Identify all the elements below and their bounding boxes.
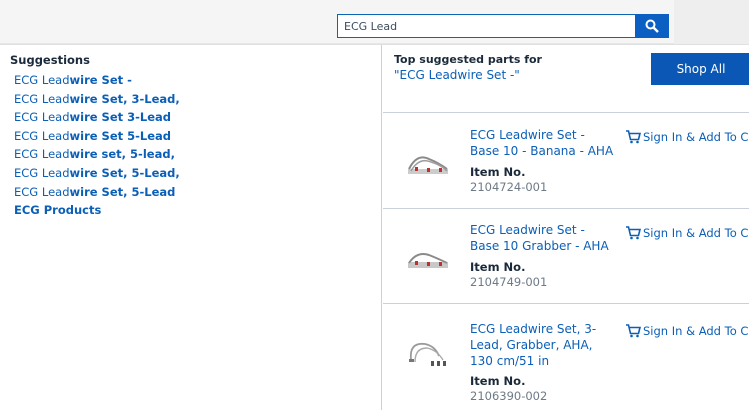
item-no-value: 2104724-001 [470, 180, 548, 194]
top-parts-title: Top suggested parts for [394, 53, 542, 66]
suggestion-item[interactable]: ECG Leadwire Set - [14, 71, 180, 90]
header-bar [0, 0, 749, 44]
header-side-panel [674, 0, 749, 44]
search-bar [337, 14, 669, 38]
cart-icon [626, 324, 642, 338]
search-button[interactable] [635, 14, 669, 38]
suggestion-item[interactable]: ECG Leadwire Set 5-Lead [14, 127, 180, 146]
item-no-value: 2104749-001 [470, 275, 548, 289]
shop-all-button[interactable]: Shop All [651, 53, 749, 85]
suggestions-dropdown: Suggestions ECG Leadwire Set - ECG Leadw… [0, 44, 749, 410]
search-icon [645, 19, 659, 33]
top-parts-column: Top suggested parts for "ECG Leadwire Se… [383, 45, 749, 410]
suggestions-list: ECG Leadwire Set - ECG Leadwire Set, 3-L… [14, 71, 180, 220]
top-parts-query: "ECG Leadwire Set -" [394, 68, 520, 82]
part-name-link[interactable]: ECG Leadwire Set, 3-Lead, Grabber, AHA, … [470, 321, 616, 369]
cart-icon [626, 130, 642, 144]
item-no-label: Item No. [470, 260, 526, 274]
suggestion-item[interactable]: ECG Leadwire Set, 5-Lead [14, 183, 180, 202]
item-no-value: 2106390-002 [470, 389, 548, 403]
leadwire-set-image [408, 253, 448, 268]
cart-label: Sign In & Add To Cart [643, 324, 749, 338]
item-no-label: Item No. [470, 374, 526, 388]
suggestions-column: Suggestions ECG Leadwire Set - ECG Leadw… [0, 45, 382, 410]
suggestion-item[interactable]: ECG Leadwire Set 3-Lead [14, 108, 180, 127]
leadwire-set-image [408, 156, 448, 174]
sign-in-add-to-cart-button[interactable]: Sign In & Add To Cart [625, 226, 749, 240]
cart-label: Sign In & Add To Cart [643, 226, 749, 240]
item-no-label: Item No. [470, 165, 526, 179]
ecg-products-link[interactable]: ECG Products [14, 201, 180, 220]
part-row: ECG Leadwire Set - Base 10 Grabber - AHA… [383, 208, 749, 303]
part-name-link[interactable]: ECG Leadwire Set - Base 10 Grabber - AHA [470, 222, 616, 254]
leadwire-set-image [409, 342, 446, 366]
suggestion-item[interactable]: ECG Leadwire set, 5-lead, [14, 145, 180, 164]
suggestion-item[interactable]: ECG Leadwire Set, 3-Lead, [14, 90, 180, 109]
cart-icon [626, 226, 642, 240]
sign-in-add-to-cart-button[interactable]: Sign In & Add To Cart [625, 324, 749, 338]
part-row: ECG Leadwire Set, 3-Lead, Grabber, AHA, … [383, 303, 749, 410]
part-name-link[interactable]: ECG Leadwire Set - Base 10 - Banana - AH… [470, 127, 616, 159]
part-row: ECG Leadwire Set - Base 10 - Banana - AH… [383, 112, 749, 208]
cart-label: Sign In & Add To Cart [643, 130, 749, 144]
sign-in-add-to-cart-button[interactable]: Sign In & Add To Cart [625, 130, 749, 144]
suggestion-item[interactable]: ECG Leadwire Set, 5-Lead, [14, 164, 180, 183]
suggestions-title: Suggestions [10, 53, 90, 67]
search-input[interactable] [337, 14, 637, 38]
